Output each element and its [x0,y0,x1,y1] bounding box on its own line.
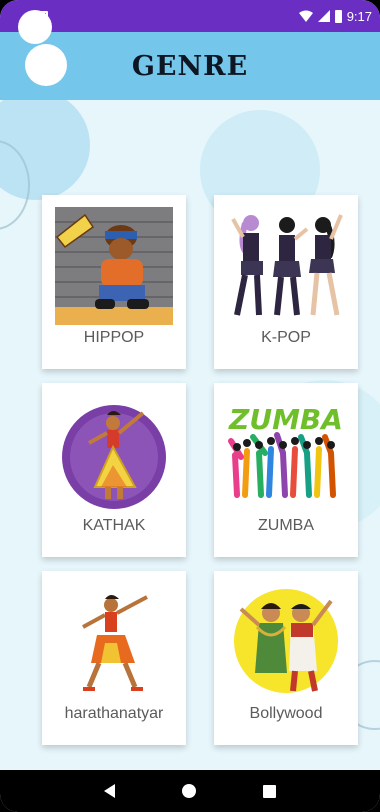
genre-grid: HIPPOP K-POP KATHAK ZUMBA ZUMBA harathan… [42,195,358,745]
status-right: 9:17 [298,8,372,24]
bollywood-couple-image [227,583,345,701]
zumba-dancers-image: ZUMBA [227,395,345,513]
status-time: 9:17 [346,8,372,24]
kpop-dancers-image [227,207,345,325]
page-title: GENRE [131,50,249,82]
genre-label: harathanatyar [64,705,164,722]
genre-card-bharatanatyam[interactable]: harathanatyar [42,571,186,745]
home-icon[interactable] [181,784,196,798]
genre-card-bollywood[interactable]: Bollywood [214,571,358,745]
genre-label: KATHAK [82,517,146,534]
decorative-bubble [25,44,67,86]
battery-icon [334,9,342,23]
app-screen: 9:17 GENRE HIPPOP K-POP KATHAK ZUMBA ZUM… [0,0,380,812]
genre-card-kathak[interactable]: KATHAK [42,383,186,557]
svg-text:ZUMBA: ZUMBA [228,403,343,436]
genre-label: K-POP [261,329,311,346]
decorative-bubble [18,10,52,44]
signal-icon [317,10,330,22]
hiphop-dancer-image [55,207,173,325]
back-icon[interactable] [103,784,115,798]
genre-label: Bollywood [249,705,323,722]
status-bar: 9:17 [0,0,380,32]
genre-card-hippop[interactable]: HIPPOP [42,195,186,369]
recents-icon[interactable] [263,784,277,798]
kathak-dancer-image [55,395,173,513]
wifi-icon [298,10,313,22]
genre-label: HIPPOP [83,329,145,346]
system-nav-bar [0,770,380,812]
genre-card-kpop[interactable]: K-POP [214,195,358,369]
bharatanatyam-dancer-image [55,583,173,701]
genre-card-zumba[interactable]: ZUMBA ZUMBA [214,383,358,557]
genre-label: ZUMBA [258,517,314,534]
